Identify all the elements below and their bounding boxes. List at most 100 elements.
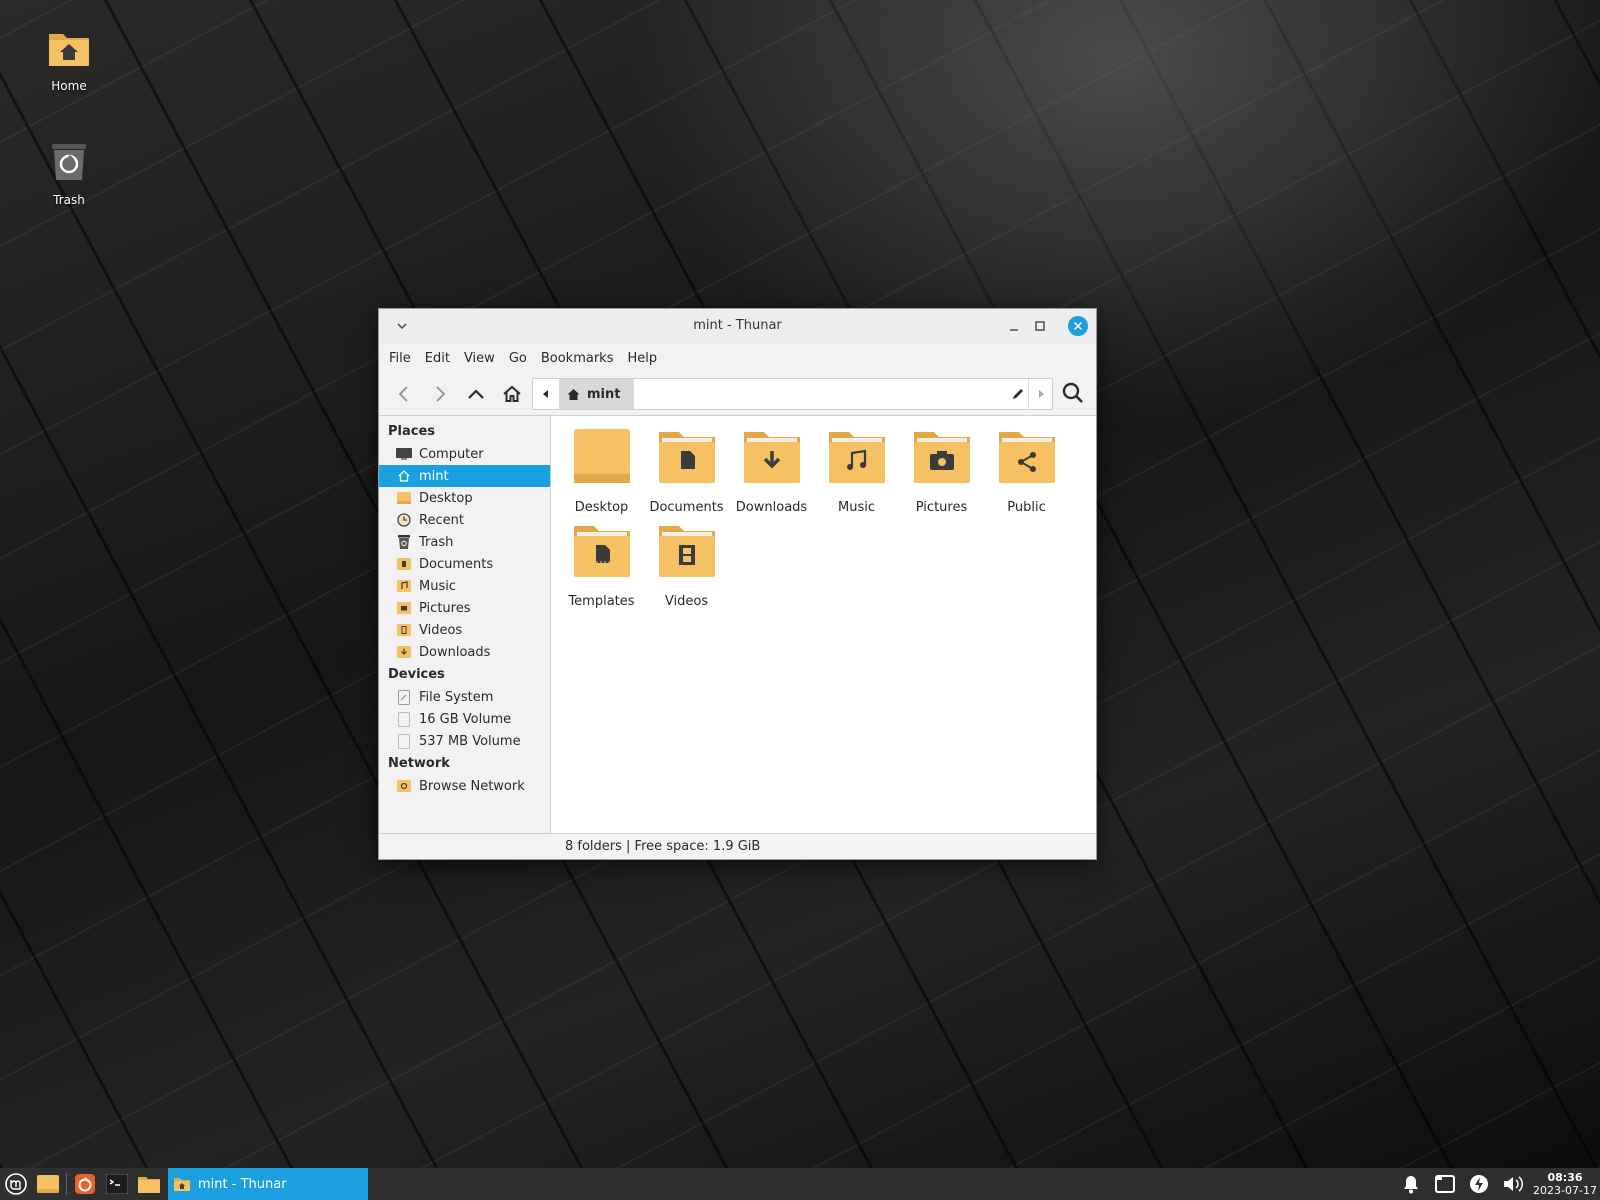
home-folder-icon <box>49 34 89 66</box>
sidebar-item-browse-network[interactable]: Browse Network <box>379 775 550 797</box>
edit-location-pencil-icon[interactable] <box>1010 386 1026 402</box>
power-manager-button[interactable] <box>1462 1168 1496 1200</box>
thunar-window: mint - Thunar File Edit View Go Bookmark… <box>378 308 1097 860</box>
sidebar-item-16gb-volume[interactable]: 16 GB Volume <box>379 708 550 730</box>
close-icon[interactable] <box>1068 316 1088 336</box>
clock-date: 2023-07-17 <box>1533 1184 1597 1197</box>
menu-bookmarks[interactable]: Bookmarks <box>541 351 614 366</box>
sidebar-item-desktop[interactable]: Desktop <box>379 487 550 509</box>
folder-public[interactable]: Public <box>984 428 1069 522</box>
home-icon <box>396 468 412 484</box>
sidebar-item-computer[interactable]: Computer <box>379 443 550 465</box>
breadcrumb-mint[interactable]: mint <box>559 379 635 409</box>
window-body: Places Computer mint Desktop Recent Tras… <box>379 415 1096 833</box>
menu-file[interactable]: File <box>389 351 411 366</box>
desktop-icon-trash[interactable]: Trash <box>24 140 114 207</box>
menu-edit[interactable]: Edit <box>425 351 450 366</box>
documents-folder-icon <box>658 432 715 483</box>
sidebar-item-recent[interactable]: Recent <box>379 509 550 531</box>
mint-logo-icon <box>5 1173 27 1195</box>
drive-icon <box>396 711 412 727</box>
home-icon <box>503 385 521 402</box>
launcher-file-manager[interactable] <box>133 1168 165 1200</box>
minimize-icon[interactable] <box>1004 316 1024 336</box>
launcher-firefox[interactable] <box>69 1168 101 1200</box>
sidebar-item-label: Videos <box>419 622 463 638</box>
sidebar-item-downloads[interactable]: Downloads <box>379 641 550 663</box>
forward-button[interactable] <box>425 379 455 409</box>
desktop-icon-home[interactable]: Home <box>24 26 114 93</box>
up-button[interactable] <box>461 379 491 409</box>
sidebar-item-documents[interactable]: Documents <box>379 553 550 575</box>
launcher-files[interactable] <box>32 1168 64 1200</box>
speaker-icon <box>1504 1176 1524 1192</box>
downloads-folder-icon <box>743 432 800 483</box>
taskbar-window-button[interactable]: mint - Thunar <box>168 1168 368 1200</box>
menu-go[interactable]: Go <box>509 351 527 366</box>
pictures-folder-icon <box>913 432 970 483</box>
location-bar[interactable]: mint <box>532 378 1053 410</box>
sidebar-item-trash[interactable]: Trash <box>379 531 550 553</box>
titlebar[interactable]: mint - Thunar <box>379 309 1096 343</box>
triangle-right-icon <box>1038 390 1044 398</box>
documents-folder-icon <box>396 556 412 572</box>
file-view[interactable]: Desktop Documents Downloads Music Pictur… <box>551 416 1096 833</box>
sidebar-item-music[interactable]: Music <box>379 575 550 597</box>
music-folder-icon <box>396 578 412 594</box>
network-folder-icon <box>396 778 412 794</box>
back-button[interactable] <box>389 379 419 409</box>
home-icon <box>567 388 580 400</box>
path-scroll-left-button[interactable] <box>533 379 559 409</box>
home-button[interactable] <box>497 379 527 409</box>
sidebar-item-label: File System <box>419 689 494 705</box>
sidebar-item-videos[interactable]: Videos <box>379 619 550 641</box>
sidebar: Places Computer mint Desktop Recent Tras… <box>379 416 551 833</box>
sidebar-item-label: Desktop <box>419 490 473 506</box>
bell-icon <box>1404 1176 1418 1194</box>
back-arrow-icon <box>398 386 408 402</box>
window-icon <box>1435 1175 1455 1193</box>
sidebar-item-file-system[interactable]: File System <box>379 686 550 708</box>
sidebar-item-pictures[interactable]: Pictures <box>379 597 550 619</box>
system-tray: 08:36 2023-07-17 <box>1394 1168 1600 1200</box>
maximize-icon[interactable] <box>1030 316 1050 336</box>
sidebar-item-label: Pictures <box>419 600 471 616</box>
downloads-folder-icon <box>396 644 412 660</box>
sidebar-section-network: Network <box>388 756 450 771</box>
sidebar-section-places: Places <box>388 424 436 439</box>
file-grid: Desktop Documents Downloads Music Pictur… <box>559 428 1079 616</box>
folder-music[interactable]: Music <box>814 428 899 522</box>
menu-view[interactable]: View <box>464 351 495 366</box>
sidebar-item-537mb-volume[interactable]: 537 MB Volume <box>379 730 550 752</box>
sidebar-item-label: Recent <box>419 512 464 528</box>
path-scroll-right-button[interactable] <box>1028 379 1052 409</box>
folder-downloads[interactable]: Downloads <box>729 428 814 522</box>
menu-help[interactable]: Help <box>627 351 657 366</box>
triangle-left-icon <box>543 390 548 398</box>
up-arrow-icon <box>468 389 484 399</box>
pictures-folder-icon <box>396 600 412 616</box>
sidebar-item-mint[interactable]: mint <box>379 465 550 487</box>
folder-pictures[interactable]: Pictures <box>899 428 984 522</box>
clock-icon <box>396 512 412 528</box>
drive-icon <box>396 733 412 749</box>
notifications-button[interactable] <box>1394 1168 1428 1200</box>
launcher-terminal[interactable] <box>101 1168 133 1200</box>
mint-menu-button[interactable] <box>0 1168 32 1200</box>
folder-icon <box>174 1178 190 1191</box>
sidebar-item-label: Music <box>419 578 456 594</box>
folder-videos[interactable]: Videos <box>644 522 729 616</box>
clock[interactable]: 08:36 2023-07-17 <box>1530 1171 1600 1197</box>
search-icon[interactable] <box>1059 379 1087 407</box>
folder-label: Documents <box>649 500 724 515</box>
folder-desktop[interactable]: Desktop <box>559 428 644 522</box>
music-folder-icon <box>828 432 885 483</box>
folder-documents[interactable]: Documents <box>644 428 729 522</box>
sidebar-item-label: Documents <box>419 556 494 572</box>
desktop-folder-icon <box>396 490 412 506</box>
workspace-switcher[interactable] <box>1428 1168 1462 1200</box>
volume-button[interactable] <box>1496 1168 1530 1200</box>
sidebar-item-label: Trash <box>419 534 454 550</box>
folder-templates[interactable]: Templates <box>559 522 644 616</box>
terminal-icon <box>106 1174 128 1194</box>
